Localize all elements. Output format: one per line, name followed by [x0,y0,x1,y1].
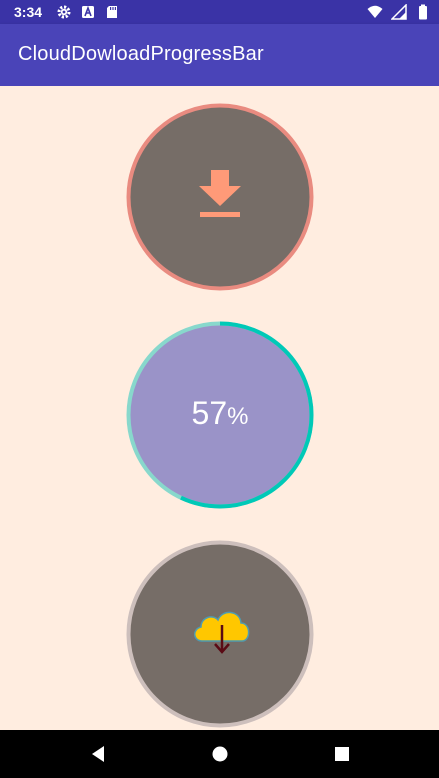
recents-icon[interactable] [330,742,354,766]
app-bar: CloudDowloadProgressBar [0,24,439,86]
home-icon[interactable] [208,742,232,766]
progress-percent-value: 57 [192,395,228,431]
status-time: 3:34 [14,4,43,20]
back-icon[interactable] [86,742,110,766]
progress-button-graphic: 57% [126,321,314,509]
cloud-button-graphic [126,540,314,728]
sd-card-icon [107,6,117,18]
progress-button[interactable]: 57% [125,320,315,510]
status-bar: 3:34 [0,0,439,24]
status-icons-right [367,4,431,20]
signal-icon [391,4,407,20]
navigation-bar [0,730,439,778]
content-area: 57% [0,86,439,730]
cloud-download-button[interactable] [125,539,315,729]
a-box-icon [82,5,94,18]
app-title: CloudDowloadProgressBar [18,43,264,65]
download-button[interactable] [125,102,315,292]
wifi-icon [367,5,383,18]
status-icons-left [56,4,120,20]
gear-icon [57,5,71,19]
download-button-graphic [126,103,314,291]
battery-icon [419,4,427,20]
progress-percent-sign: % [227,403,248,430]
